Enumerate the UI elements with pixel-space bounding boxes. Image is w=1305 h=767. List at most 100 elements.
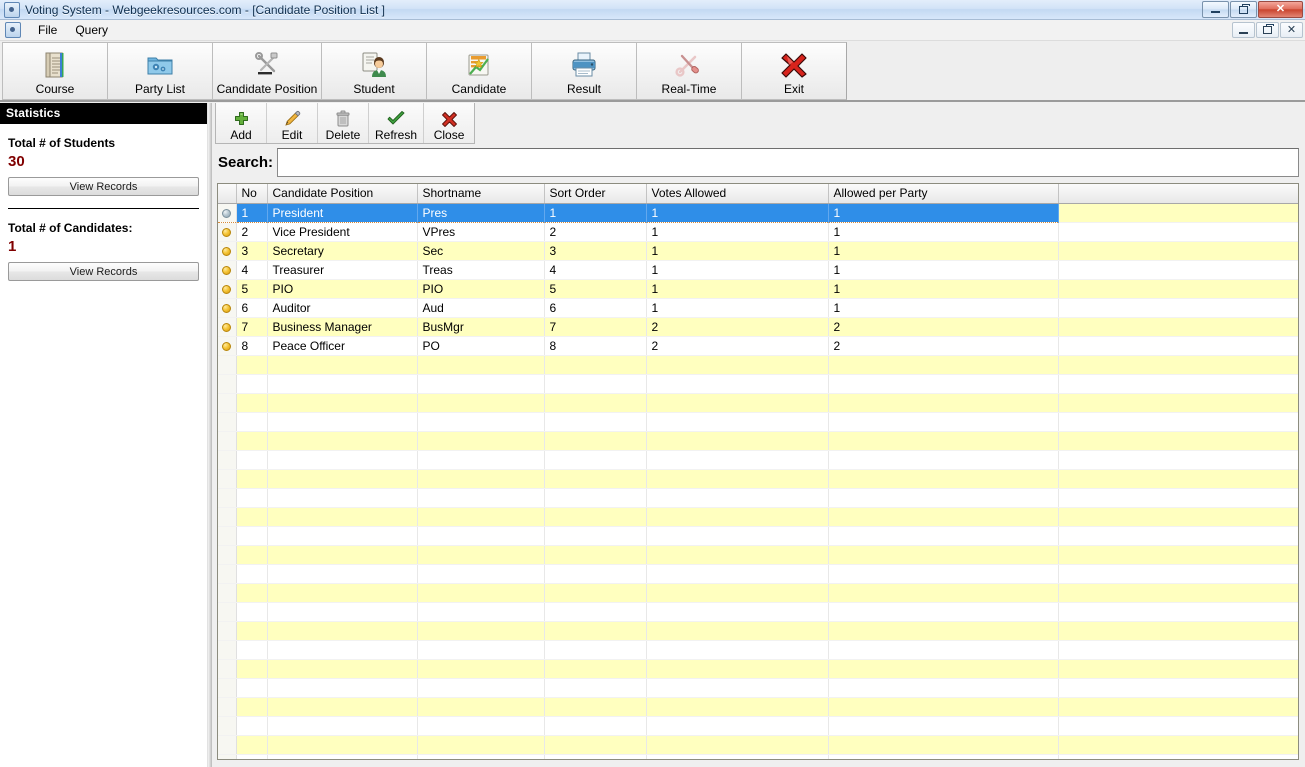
table-row[interactable]: 1PresidentPres111: [218, 204, 1298, 223]
empty-cell: [828, 375, 1058, 394]
cell-candidate-position[interactable]: Secretary: [267, 242, 417, 261]
cell-votes-allowed[interactable]: 2: [646, 337, 828, 356]
cell-candidate-position[interactable]: Peace Officer: [267, 337, 417, 356]
cell-no[interactable]: 8: [236, 337, 267, 356]
search-input[interactable]: [277, 148, 1299, 177]
minimize-button[interactable]: [1202, 1, 1229, 18]
toolbar-button-candidate-position[interactable]: Candidate Position: [212, 42, 322, 100]
cell-sort-order[interactable]: 8: [544, 337, 646, 356]
cell-candidate-position[interactable]: Business Manager: [267, 318, 417, 337]
row-indicator-cell[interactable]: [218, 318, 236, 337]
cell-votes-allowed[interactable]: 1: [646, 280, 828, 299]
cell-no[interactable]: 4: [236, 261, 267, 280]
cell-allowed-per-party[interactable]: 1: [828, 223, 1058, 242]
mdi-app-icon[interactable]: [5, 22, 21, 38]
cell-allowed-per-party[interactable]: 2: [828, 318, 1058, 337]
row-indicator-cell[interactable]: [218, 261, 236, 280]
menu-item-query[interactable]: Query: [66, 21, 117, 39]
cell-filler: [1058, 432, 1298, 451]
cell-sort-order[interactable]: 7: [544, 318, 646, 337]
cell-no[interactable]: 2: [236, 223, 267, 242]
cell-shortname[interactable]: PIO: [417, 280, 544, 299]
toolbar-button-candidate[interactable]: Candidate: [426, 42, 532, 100]
table-row[interactable]: 5PIOPIO511: [218, 280, 1298, 299]
cell-no[interactable]: 6: [236, 299, 267, 318]
cell-shortname[interactable]: Aud: [417, 299, 544, 318]
toolbar-button-party-list[interactable]: Party List: [107, 42, 213, 100]
cell-shortname[interactable]: Pres: [417, 204, 544, 223]
cell-allowed-per-party[interactable]: 2: [828, 337, 1058, 356]
cell-votes-allowed[interactable]: 1: [646, 204, 828, 223]
add-button[interactable]: Add: [216, 103, 267, 143]
cell-sort-order[interactable]: 5: [544, 280, 646, 299]
cell-no[interactable]: 5: [236, 280, 267, 299]
cell-shortname[interactable]: Sec: [417, 242, 544, 261]
cell-votes-allowed[interactable]: 1: [646, 261, 828, 280]
cell-sort-order[interactable]: 3: [544, 242, 646, 261]
column-header-shortname[interactable]: Shortname: [417, 184, 544, 204]
row-indicator-cell[interactable]: [218, 223, 236, 242]
cell-sort-order[interactable]: 6: [544, 299, 646, 318]
cell-candidate-position[interactable]: PIO: [267, 280, 417, 299]
toolbar-button-course[interactable]: Course: [2, 42, 108, 100]
menu-item-file[interactable]: File: [29, 21, 66, 39]
row-indicator-cell[interactable]: [218, 299, 236, 318]
cell-votes-allowed[interactable]: 1: [646, 242, 828, 261]
table-row[interactable]: 6AuditorAud611: [218, 299, 1298, 318]
cell-candidate-position[interactable]: Vice President: [267, 223, 417, 242]
empty-cell: [417, 489, 544, 508]
column-header-sort-order[interactable]: Sort Order: [544, 184, 646, 204]
cell-no[interactable]: 7: [236, 318, 267, 337]
row-indicator-cell[interactable]: [218, 337, 236, 356]
table-row[interactable]: 4TreasurerTreas411: [218, 261, 1298, 280]
mdi-close-button[interactable]: ✕: [1280, 22, 1303, 38]
candidate-position-grid[interactable]: No Candidate Position Shortname Sort Ord…: [217, 183, 1299, 760]
cell-shortname[interactable]: Treas: [417, 261, 544, 280]
cell-candidate-position[interactable]: Treasurer: [267, 261, 417, 280]
row-bullet-icon: [222, 228, 231, 237]
table-row[interactable]: 2Vice PresidentVPres211: [218, 223, 1298, 242]
view-student-records-button[interactable]: View Records: [8, 177, 199, 196]
row-indicator-cell[interactable]: [218, 204, 236, 223]
mdi-minimize-button[interactable]: [1232, 22, 1255, 38]
cell-allowed-per-party[interactable]: 1: [828, 261, 1058, 280]
cell-allowed-per-party[interactable]: 1: [828, 299, 1058, 318]
column-header-no[interactable]: No: [236, 184, 267, 204]
cell-allowed-per-party[interactable]: 1: [828, 280, 1058, 299]
column-header-allowed-per-party[interactable]: Allowed per Party: [828, 184, 1058, 204]
toolbar-button-student[interactable]: Student: [321, 42, 427, 100]
cell-candidate-position[interactable]: Auditor: [267, 299, 417, 318]
row-indicator-cell[interactable]: [218, 280, 236, 299]
cell-shortname[interactable]: VPres: [417, 223, 544, 242]
close-button[interactable]: ✕: [1258, 1, 1303, 18]
cell-no[interactable]: 3: [236, 242, 267, 261]
table-row[interactable]: 7Business ManagerBusMgr722: [218, 318, 1298, 337]
table-row[interactable]: 8Peace OfficerPO822: [218, 337, 1298, 356]
cell-sort-order[interactable]: 2: [544, 223, 646, 242]
cell-votes-allowed[interactable]: 1: [646, 299, 828, 318]
refresh-button[interactable]: Refresh: [369, 103, 424, 143]
cell-shortname[interactable]: PO: [417, 337, 544, 356]
cell-allowed-per-party[interactable]: 1: [828, 242, 1058, 261]
edit-button[interactable]: Edit: [267, 103, 318, 143]
cell-shortname[interactable]: BusMgr: [417, 318, 544, 337]
column-header-candidate-position[interactable]: Candidate Position: [267, 184, 417, 204]
cell-votes-allowed[interactable]: 2: [646, 318, 828, 337]
table-row[interactable]: 3SecretarySec311: [218, 242, 1298, 261]
view-candidate-records-button[interactable]: View Records: [8, 262, 199, 281]
mdi-restore-button[interactable]: [1256, 22, 1279, 38]
cell-no[interactable]: 1: [236, 204, 267, 223]
close-record-button[interactable]: Close: [424, 103, 474, 143]
cell-sort-order[interactable]: 4: [544, 261, 646, 280]
column-header-votes-allowed[interactable]: Votes Allowed: [646, 184, 828, 204]
cell-sort-order[interactable]: 1: [544, 204, 646, 223]
toolbar-button-exit[interactable]: Exit: [741, 42, 847, 100]
restore-button[interactable]: [1230, 1, 1257, 18]
toolbar-button-result[interactable]: Result: [531, 42, 637, 100]
cell-votes-allowed[interactable]: 1: [646, 223, 828, 242]
toolbar-button-real-time[interactable]: Real-Time: [636, 42, 742, 100]
delete-button[interactable]: Delete: [318, 103, 369, 143]
cell-candidate-position[interactable]: President: [267, 204, 417, 223]
row-indicator-cell[interactable]: [218, 242, 236, 261]
cell-allowed-per-party[interactable]: 1: [828, 204, 1058, 223]
